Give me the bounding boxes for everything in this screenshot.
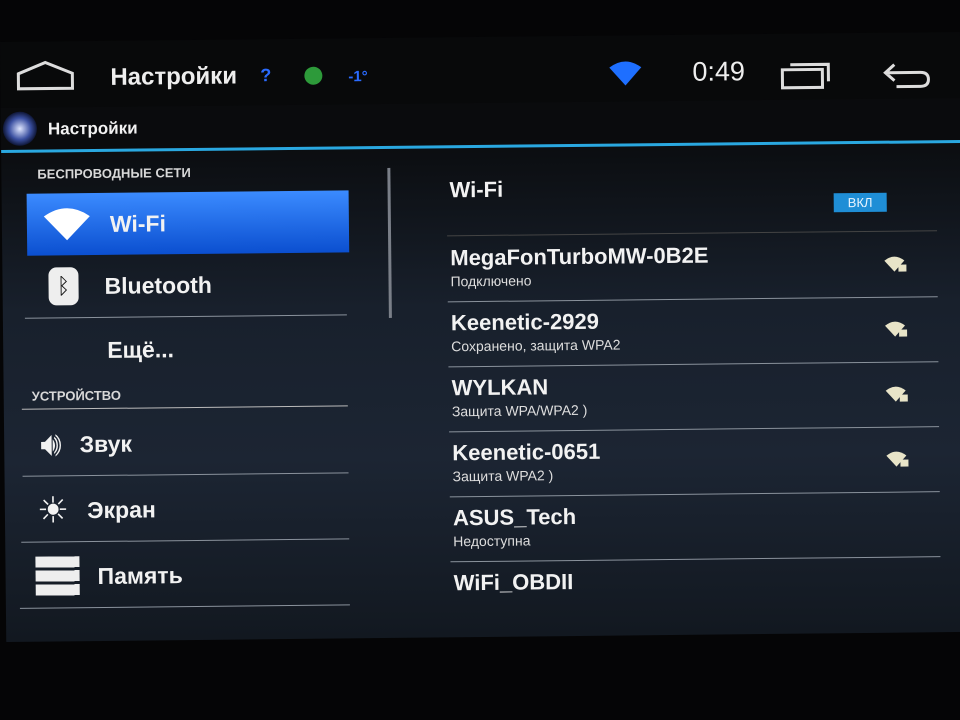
weather-icon bbox=[304, 66, 323, 85]
network-name: WYLKAN bbox=[451, 374, 549, 401]
sidebar-item-display[interactable]: ☀︎ Экран bbox=[27, 476, 350, 541]
screen: Настройки ? -1° 0:49 Настройки БЕСПРОВОД… bbox=[0, 31, 960, 642]
speaker-icon: 🔊︎ bbox=[40, 424, 62, 464]
bluetooth-icon: ᛒ bbox=[48, 267, 79, 306]
sidebar-item-wifi[interactable]: Wi-Fi bbox=[26, 190, 350, 256]
network-name: Keenetic-0651 bbox=[452, 438, 601, 466]
action-bar-title: Настройки bbox=[47, 118, 138, 139]
network-status: Защита WPA2 ) bbox=[452, 467, 554, 485]
help-icon[interactable]: ? bbox=[260, 65, 271, 86]
scrollbar[interactable] bbox=[387, 167, 392, 318]
recent-apps-icon[interactable] bbox=[780, 59, 832, 90]
wifi-icon bbox=[43, 208, 90, 241]
home-icon[interactable] bbox=[15, 59, 75, 92]
brightness-icon: ☀︎ bbox=[36, 489, 70, 531]
network-name: Keenetic-2929 bbox=[450, 308, 600, 336]
sidebar-item-storage[interactable]: Память bbox=[27, 542, 350, 607]
section-wireless: БЕСПРОВОДНЫЕ СЕТИ bbox=[37, 165, 191, 182]
network-name: ASUS_Tech bbox=[452, 503, 577, 531]
network-item[interactable]: Keenetic-0651 Защита WPA2 ) bbox=[449, 427, 940, 498]
network-status: Защита WPA/WPA2 ) bbox=[451, 401, 588, 420]
sidebar-item-bluetooth[interactable]: ᛒ Bluetooth bbox=[24, 252, 347, 317]
network-item[interactable]: ASUS_Tech Недоступна bbox=[450, 492, 941, 563]
divider bbox=[21, 405, 348, 410]
network-item[interactable]: WYLKAN Защита WPA/WPA2 ) bbox=[448, 362, 940, 433]
network-status: Недоступна bbox=[453, 532, 531, 550]
network-status: Сохранено, защита WPA2 bbox=[451, 336, 621, 355]
wifi-lock-icon bbox=[885, 386, 908, 402]
network-item[interactable]: Keenetic-2929 Сохранено, защита WPA2 bbox=[448, 297, 939, 368]
network-status: Подключено bbox=[450, 272, 532, 290]
clock: 0:49 bbox=[692, 56, 746, 87]
temperature: -1° bbox=[348, 68, 368, 86]
storage-icon bbox=[35, 556, 80, 597]
network-item[interactable]: MegaFonTurboMW-0B2E Подключено bbox=[447, 232, 938, 303]
section-device: УСТРОЙСТВО bbox=[31, 387, 122, 404]
sidebar-item-sound[interactable]: 🔊︎ Звук bbox=[26, 410, 349, 475]
back-icon[interactable] bbox=[882, 60, 932, 91]
status-bar: Настройки ? -1° 0:49 bbox=[0, 31, 960, 110]
status-title: Настройки bbox=[110, 62, 238, 91]
sidebar-item-more[interactable]: Ещё... bbox=[25, 316, 348, 381]
settings-app-icon[interactable] bbox=[2, 111, 38, 146]
wifi-lock-icon bbox=[886, 451, 909, 467]
network-name: WiFi_OBDII bbox=[453, 569, 574, 596]
wifi-lock-icon bbox=[884, 256, 907, 272]
wifi-toggle[interactable]: ВКЛ bbox=[833, 192, 887, 213]
wifi-lock-icon bbox=[885, 321, 908, 337]
network-name: MegaFonTurboMW-0B2E bbox=[450, 242, 709, 271]
wifi-signal-icon bbox=[609, 61, 642, 86]
network-item[interactable]: WiFi_OBDII bbox=[450, 557, 941, 627]
wifi-title: Wi-Fi bbox=[449, 176, 504, 203]
